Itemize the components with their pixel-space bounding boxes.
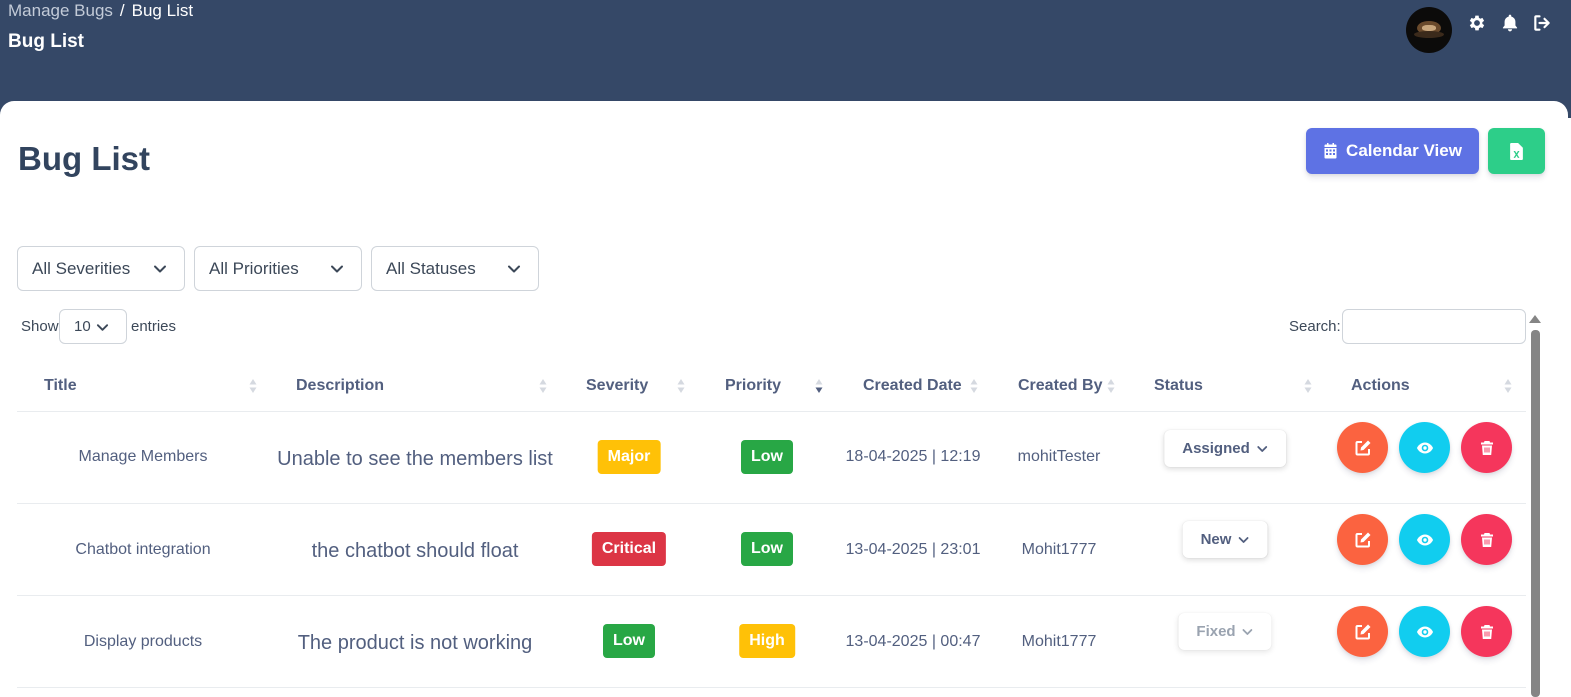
- breadcrumb-current: Bug List: [131, 1, 194, 20]
- scroll-up-arrow-icon[interactable]: [1529, 315, 1541, 323]
- entries-label: entries: [131, 318, 177, 335]
- chevron-down-icon: [1238, 536, 1249, 543]
- severity-filter[interactable]: All Severities: [17, 246, 185, 291]
- sort-desc-icon[interactable]: [815, 377, 823, 395]
- view-button[interactable]: [1399, 422, 1450, 473]
- edit-icon: [1355, 624, 1370, 639]
- calendar-view-button[interactable]: Calendar View: [1306, 128, 1479, 174]
- status-dropdown[interactable]: Fixed: [1178, 613, 1272, 650]
- search-label: Search:: [1289, 318, 1341, 335]
- trash-icon: [1480, 440, 1493, 455]
- edit-button[interactable]: [1337, 514, 1388, 565]
- chevron-down-icon: [96, 324, 109, 331]
- severity-filter-value: All Severities: [32, 258, 131, 278]
- column-header-severity[interactable]: Severity: [586, 377, 648, 395]
- breadcrumb-manage-bugs-link[interactable]: Manage Bugs: [8, 1, 113, 20]
- table-header-divider: [17, 411, 1526, 412]
- status-value: Fixed: [1196, 623, 1236, 640]
- show-label: Show: [21, 318, 59, 335]
- logout-icon[interactable]: [1532, 13, 1552, 33]
- status-dropdown[interactable]: New: [1182, 521, 1268, 558]
- column-header-status[interactable]: Status: [1154, 377, 1203, 395]
- export-excel-button[interactable]: [1488, 128, 1545, 174]
- row-divider: [17, 595, 1526, 596]
- delete-button[interactable]: [1461, 606, 1512, 657]
- gear-icon[interactable]: [1467, 13, 1487, 33]
- sort-icon[interactable]: [539, 377, 547, 395]
- created-by: Mohit1777: [1021, 633, 1097, 650]
- created-date: 13-04-2025 | 00:47: [845, 633, 981, 650]
- entries-per-page-value: 10: [74, 318, 91, 335]
- created-by: Mohit1777: [1021, 541, 1097, 558]
- bug-description: The product is not working: [297, 632, 533, 654]
- severity-badge: Critical: [591, 532, 667, 566]
- priority-badge: Low: [741, 532, 793, 566]
- avatar[interactable]: [1406, 7, 1452, 53]
- trash-icon: [1480, 624, 1493, 639]
- bug-title: Display products: [83, 633, 203, 650]
- chevron-down-icon: [331, 265, 343, 273]
- column-header-actions[interactable]: Actions: [1351, 377, 1410, 395]
- edit-button[interactable]: [1337, 422, 1388, 473]
- created-date: 13-04-2025 | 23:01: [845, 541, 981, 558]
- calendar-view-label: Calendar View: [1346, 141, 1462, 160]
- priority-filter-value: All Priorities: [209, 258, 299, 278]
- breadcrumb: Manage Bugs / Bug List: [8, 1, 193, 21]
- severity-badge: Major: [597, 440, 661, 474]
- column-header-created-by[interactable]: Created By: [1018, 377, 1102, 395]
- status-dropdown[interactable]: Assigned: [1164, 430, 1286, 467]
- edit-button[interactable]: [1337, 606, 1388, 657]
- eye-icon: [1416, 534, 1433, 545]
- bug-title: Chatbot integration: [75, 541, 211, 558]
- bell-icon[interactable]: [1500, 13, 1520, 33]
- sort-icon[interactable]: [1107, 377, 1115, 395]
- bug-description: Unable to see the members list: [277, 448, 553, 470]
- status-value: New: [1200, 531, 1232, 548]
- status-filter[interactable]: All Statuses: [371, 246, 539, 291]
- eye-icon: [1416, 442, 1433, 453]
- row-divider: [17, 503, 1526, 504]
- created-by: mohitTester: [1017, 448, 1101, 465]
- sort-icon[interactable]: [1504, 377, 1512, 395]
- delete-button[interactable]: [1461, 422, 1512, 473]
- view-button[interactable]: [1399, 514, 1450, 565]
- entries-per-page-select[interactable]: 10: [59, 309, 127, 344]
- priority-badge: Low: [741, 440, 793, 474]
- priority-badge: High: [739, 624, 795, 658]
- bug-title: Manage Members: [78, 448, 208, 465]
- trash-icon: [1480, 532, 1493, 547]
- breadcrumb-separator: /: [119, 1, 125, 20]
- view-button[interactable]: [1399, 606, 1450, 657]
- bug-description: the chatbot should float: [311, 540, 519, 562]
- created-date: 18-04-2025 | 12:19: [845, 448, 981, 465]
- content-card: [0, 101, 1568, 697]
- priority-filter[interactable]: All Priorities: [194, 246, 362, 291]
- sort-icon[interactable]: [677, 377, 685, 395]
- column-header-title[interactable]: Title: [44, 377, 77, 395]
- sort-icon[interactable]: [249, 377, 257, 395]
- edit-icon: [1355, 532, 1370, 547]
- status-value: Assigned: [1182, 440, 1250, 457]
- eye-icon: [1416, 626, 1433, 637]
- column-header-priority[interactable]: Priority: [725, 377, 781, 395]
- page-title: Bug List: [18, 140, 150, 177]
- search-input[interactable]: [1342, 309, 1526, 344]
- row-divider: [17, 687, 1526, 688]
- chevron-down-icon: [1242, 628, 1253, 635]
- scrollbar-thumb[interactable]: [1531, 330, 1540, 697]
- chevron-down-icon: [154, 265, 166, 273]
- chevron-down-icon: [508, 265, 520, 273]
- sort-icon[interactable]: [970, 377, 978, 395]
- delete-button[interactable]: [1461, 514, 1512, 565]
- edit-icon: [1355, 440, 1370, 455]
- column-header-created-date[interactable]: Created Date: [863, 377, 962, 395]
- chevron-down-icon: [1256, 445, 1267, 452]
- calendar-icon: [1324, 143, 1337, 159]
- header-title: Bug List: [8, 31, 84, 52]
- excel-file-icon: [1510, 142, 1523, 160]
- severity-badge: Low: [603, 624, 655, 658]
- column-header-description[interactable]: Description: [296, 377, 384, 395]
- sort-icon[interactable]: [1304, 377, 1312, 395]
- status-filter-value: All Statuses: [386, 258, 476, 278]
